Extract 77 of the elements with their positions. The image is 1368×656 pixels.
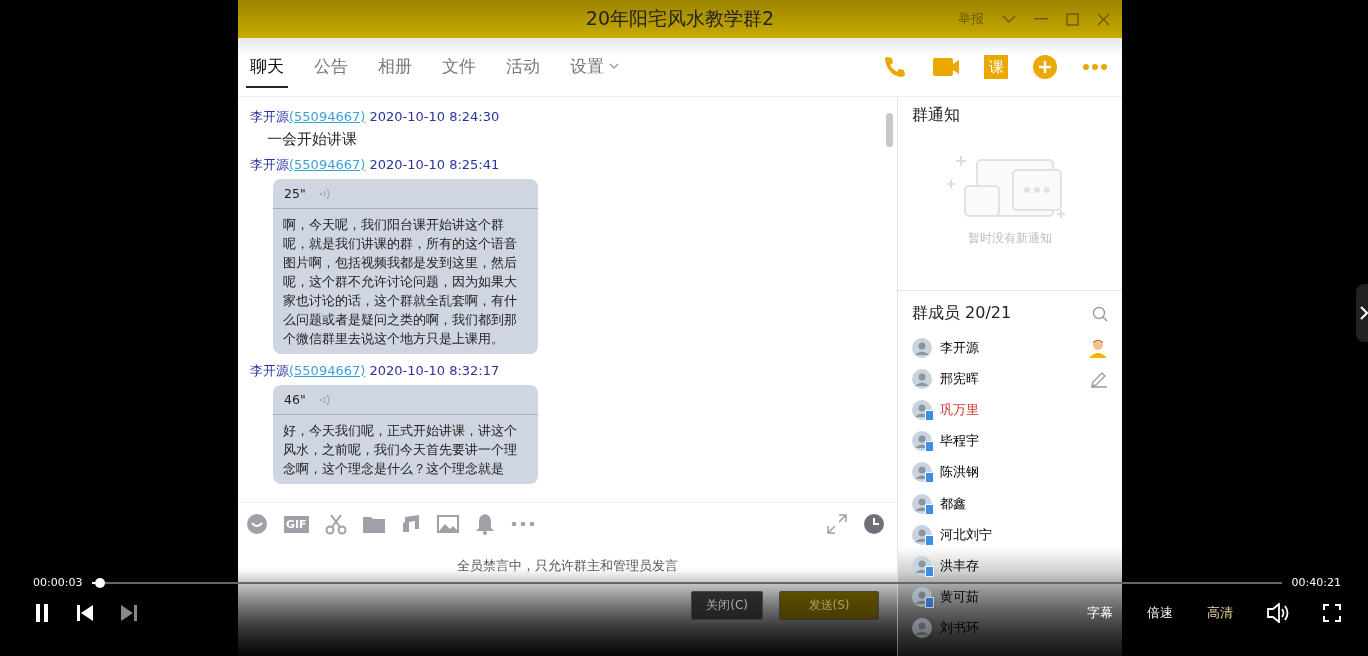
member-name[interactable]: 李开源 [940,338,979,357]
voice-duration: 25" [284,186,306,201]
sound-wave-icon[interactable] [317,392,332,407]
member-name[interactable]: 邢宪晖 [940,369,979,388]
minimize-icon[interactable] [1034,18,1048,20]
progress-handle[interactable] [94,577,105,588]
player-option[interactable]: 高清 [1207,604,1233,622]
panel-title: 群成员 20/21 [912,303,1012,325]
tab[interactable]: 聊天 [246,46,288,88]
action-button[interactable]: 关闭(C) [691,591,763,620]
avatar[interactable] [912,337,932,358]
maximize-icon[interactable] [1066,12,1079,26]
folder-icon[interactable] [362,515,385,533]
qq-number-link[interactable]: (55094667) [289,109,366,124]
avatar[interactable] [912,587,932,608]
tab[interactable]: 相册 [374,46,416,88]
qq-number-link[interactable]: (55094667) [289,157,366,172]
player-option[interactable]: 倍速 [1147,604,1173,622]
member-name[interactable]: 洪丰存 [940,557,979,576]
message-header: 李开源(55094667) 2020-10-10 8:24:30 [250,108,501,126]
previous-icon[interactable] [77,605,93,621]
member-name[interactable]: 河北刘宁 [940,525,992,544]
sound-wave-icon[interactable] [317,186,332,201]
avatar[interactable] [912,368,932,389]
expand-icon[interactable] [827,514,847,534]
close-icon[interactable] [1097,12,1110,26]
member-name[interactable]: 陈洪钢 [940,463,979,482]
voice-transcript: 啊，今天呢，我们阳台课开始讲这个群呢，就是我们讲课的群，所有的这个语音图片啊，包括视频我都是发到这里，然后呢，这个群不允许讨论问题，因为如果大家也讨论的话，这个群就全乱套啊，有什么问题或者是疑问之类的啊，我们都到那个微信群里去说这个地方只是上课用。 [282,216,518,348]
avatar[interactable] [912,431,932,452]
emoji-icon[interactable] [246,513,268,535]
pause-icon[interactable] [35,604,49,622]
bell-icon[interactable] [474,513,495,535]
more-icon[interactable] [1082,63,1108,71]
member-name[interactable]: 黄可茹 [940,588,979,607]
tab[interactable]: 公告 [310,46,352,88]
more-icon[interactable] [510,521,535,527]
empty-notice-text: 暂时没有新通知 [968,230,1052,247]
music-note-icon[interactable] [400,514,421,534]
tab[interactable]: 文件 [438,46,480,88]
tab[interactable]: 设置 [566,46,623,88]
message-text: 一会开始讲课 [266,129,358,150]
next-icon[interactable] [121,605,137,621]
volume-icon[interactable] [1267,603,1289,623]
avatar[interactable] [912,524,932,545]
player-option[interactable]: 字幕 [1087,604,1113,622]
avatar[interactable] [912,462,932,483]
clock-icon[interactable] [863,513,885,535]
window-title: 20年阳宅风水教学群2 [585,6,775,31]
search-icon[interactable] [1092,305,1108,322]
chevron-right-icon[interactable] [1360,306,1368,320]
voice-transcript: 好，今天我们呢，正式开始讲课，讲这个风水，之前呢，我们今天首先要讲一个理念啊，这个理念是什么？这个理念就是 [282,422,518,478]
current-time: 00:00:03 [33,576,83,589]
message-header: 李开源(55094667) 2020-10-10 8:32:17 [250,362,501,380]
avatar[interactable] [912,400,932,421]
video-camera-icon[interactable] [932,56,960,78]
scissors-icon[interactable] [324,513,347,535]
fullscreen-icon[interactable] [1323,604,1341,622]
avatar[interactable] [912,618,932,639]
message-header: 李开源(55094667) 2020-10-10 8:25:41 [250,156,501,174]
image-icon[interactable] [436,515,459,533]
add-icon[interactable] [1032,54,1058,80]
chevron-down-icon[interactable] [609,62,619,70]
phone-icon[interactable] [882,54,908,80]
voice-duration: 46" [284,392,306,407]
member-name[interactable]: 都鑫 [940,494,966,513]
panel-title: 群通知 [912,105,960,126]
next-video-tab[interactable] [1356,284,1368,342]
progress-track[interactable] [92,577,1282,588]
avatar[interactable] [912,493,932,514]
muted-notice: 全员禁言中，只允许群主和管理员发言 [456,557,679,575]
member-name[interactable]: 毕程宇 [940,432,979,451]
member-name[interactable]: 巩万里 [940,401,979,420]
total-time: 00:40:21 [1291,576,1341,589]
tab[interactable]: 活动 [502,46,544,88]
qq-number-link[interactable]: (55094667) [289,363,366,378]
avatar[interactable] [912,556,932,577]
chevron-down-icon[interactable] [1002,14,1016,24]
